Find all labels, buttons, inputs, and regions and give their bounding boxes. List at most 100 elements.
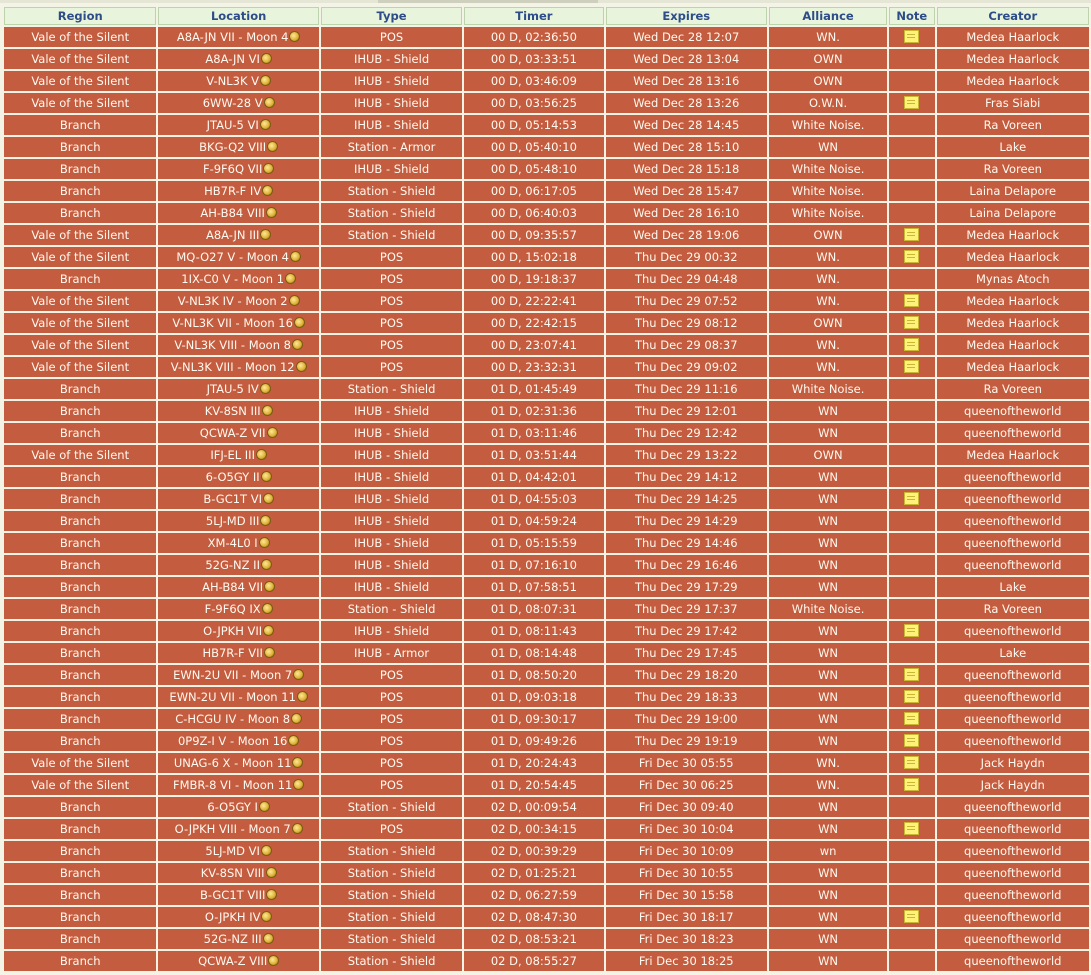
- table-row[interactable]: Vale of the Silent 6WW-28 V IHUB - Shield 0…: [4, 93, 1089, 113]
- table-row[interactable]: Branch QCWA-Z VII IHUB - Shield 01 D, 03:11…: [4, 423, 1089, 443]
- note-icon[interactable]: [904, 492, 920, 505]
- moon-icon[interactable]: [262, 185, 274, 196]
- note-icon[interactable]: [904, 360, 920, 373]
- moon-icon[interactable]: [263, 163, 275, 174]
- moon-icon[interactable]: [291, 339, 303, 350]
- table-row[interactable]: Vale of the Silent FMBR-8 VI - Moon 11 POS…: [4, 775, 1089, 795]
- moon-icon[interactable]: [260, 53, 272, 64]
- table-row[interactable]: Vale of the Silent V-NL3K VII - Moon 16 PO…: [4, 313, 1089, 333]
- table-row[interactable]: Vale of the Silent MQ-O27 V - Moon 4 POS 00…: [4, 247, 1089, 267]
- moon-icon[interactable]: [264, 581, 276, 592]
- moon-icon[interactable]: [260, 471, 272, 482]
- column-header-type[interactable]: Type: [320, 7, 463, 25]
- table-row[interactable]: Vale of the Silent A8A-JN VI IHUB - Shield…: [4, 49, 1089, 69]
- moon-icon[interactable]: [288, 735, 300, 746]
- moon-icon[interactable]: [258, 537, 270, 548]
- moon-icon[interactable]: [259, 383, 271, 394]
- table-row[interactable]: Vale of the Silent IFJ-EL III IHUB - Shiel…: [4, 445, 1089, 465]
- table-row[interactable]: Branch 5LJ-MD III IHUB - Shield 01 D, 04:59…: [4, 511, 1089, 531]
- note-icon[interactable]: [904, 228, 920, 241]
- moon-icon[interactable]: [255, 449, 267, 460]
- moon-icon[interactable]: [261, 603, 273, 614]
- moon-icon[interactable]: [260, 845, 272, 856]
- column-header-region[interactable]: Region: [4, 7, 157, 25]
- table-row[interactable]: Branch 52G-NZ II IHUB - Shield 01 D, 07:16:…: [4, 555, 1089, 575]
- moon-icon[interactable]: [260, 559, 272, 570]
- column-header-timer[interactable]: Timer: [464, 7, 604, 25]
- note-icon[interactable]: [904, 778, 920, 791]
- note-icon[interactable]: [904, 624, 920, 637]
- table-row[interactable]: Vale of the Silent V-NL3K V IHUB - Shield 0…: [4, 71, 1089, 91]
- table-row[interactable]: Branch B-GC1T VIII Station - Shield 02 D, 0…: [4, 885, 1089, 905]
- moon-icon[interactable]: [285, 273, 297, 284]
- moon-icon[interactable]: [268, 955, 280, 966]
- moon-icon[interactable]: [260, 229, 272, 240]
- table-row[interactable]: Branch HB7R-F VII IHUB - Armor 01 D, 08:14:…: [4, 643, 1089, 663]
- table-row[interactable]: Branch 6-O5GY I Station - Shield 02 D, 00:0…: [4, 797, 1089, 817]
- note-icon[interactable]: [904, 30, 920, 43]
- moon-icon[interactable]: [260, 515, 272, 526]
- column-header-note[interactable]: Note: [889, 7, 935, 25]
- moon-icon[interactable]: [292, 757, 304, 768]
- table-row[interactable]: Branch F-9F6Q IX Station - Shield 01 D, 08:…: [4, 599, 1089, 619]
- note-icon[interactable]: [904, 712, 920, 725]
- table-row[interactable]: Branch O-JPKH IV Station - Shield 02 D, 08:…: [4, 907, 1089, 927]
- note-icon[interactable]: [904, 668, 920, 681]
- column-header-expires[interactable]: Expires: [605, 7, 768, 25]
- table-row[interactable]: Vale of the Silent V-NL3K VIII - Moon 12 P…: [4, 357, 1089, 377]
- table-row[interactable]: Vale of the Silent A8A-JN VII - Moon 4 POS…: [4, 27, 1089, 47]
- table-row[interactable]: Vale of the Silent A8A-JN III Station - Sh…: [4, 225, 1089, 245]
- column-header-alliance[interactable]: Alliance: [769, 7, 888, 25]
- table-row[interactable]: Branch 6-O5GY II IHUB - Shield 01 D, 04:42:…: [4, 467, 1089, 487]
- note-icon[interactable]: [904, 338, 920, 351]
- moon-icon[interactable]: [258, 801, 270, 812]
- note-icon[interactable]: [904, 910, 920, 923]
- table-row[interactable]: Branch 5LJ-MD VI Station - Shield 02 D, 00:…: [4, 841, 1089, 861]
- moon-icon[interactable]: [293, 317, 305, 328]
- moon-icon[interactable]: [293, 669, 305, 680]
- table-row[interactable]: Vale of the Silent V-NL3K IV - Moon 2 POS 0…: [4, 291, 1089, 311]
- table-row[interactable]: Branch 1IX-C0 V - Moon 1 POS 00 D, 19:18:37…: [4, 269, 1089, 289]
- moon-icon[interactable]: [260, 75, 272, 86]
- note-icon[interactable]: [904, 250, 920, 263]
- table-row[interactable]: Branch EWN-2U VII - Moon 7 POS 01 D, 08:50:…: [4, 665, 1089, 685]
- moon-icon[interactable]: [263, 97, 275, 108]
- moon-icon[interactable]: [263, 493, 274, 504]
- note-icon[interactable]: [904, 822, 920, 835]
- table-row[interactable]: Branch KV-8SN VIII Station - Shield 02 D, 0…: [4, 863, 1089, 883]
- table-row[interactable]: Branch QCWA-Z VIII Station - Shield 02 D, 0…: [4, 951, 1089, 971]
- moon-icon[interactable]: [289, 31, 301, 42]
- moon-icon[interactable]: [263, 625, 275, 636]
- note-icon[interactable]: [904, 294, 920, 307]
- table-row[interactable]: Branch JTAU-5 VI IHUB - Shield 00 D, 05:14:…: [4, 115, 1089, 135]
- moon-icon[interactable]: [259, 119, 271, 130]
- table-row[interactable]: Branch JTAU-5 IV Station - Shield 01 D, 01:…: [4, 379, 1089, 399]
- moon-icon[interactable]: [265, 207, 277, 218]
- column-header-location[interactable]: Location: [158, 7, 319, 25]
- table-row[interactable]: Vale of the Silent V-NL3K VIII - Moon 8 PO…: [4, 335, 1089, 355]
- table-row[interactable]: Vale of the Silent UNAG-6 X - Moon 11 POS 0…: [4, 753, 1089, 773]
- table-row[interactable]: Branch AH-B84 VII IHUB - Shield 01 D, 07:58…: [4, 577, 1089, 597]
- table-row[interactable]: Branch B-GC1T VI IHUB - Shield 01 D, 04:55:…: [4, 489, 1089, 509]
- moon-icon[interactable]: [261, 405, 273, 416]
- moon-icon[interactable]: [295, 361, 307, 372]
- table-row[interactable]: Branch O-JPKH VII IHUB - Shield 01 D, 08:11…: [4, 621, 1089, 641]
- table-row[interactable]: Branch EWN-2U VII - Moon 11 POS 01 D, 09:03…: [4, 687, 1089, 707]
- note-icon[interactable]: [904, 96, 920, 109]
- note-icon[interactable]: [904, 734, 920, 747]
- table-row[interactable]: Branch AH-B84 VIII Station - Shield 00 D, 0…: [4, 203, 1089, 223]
- note-icon[interactable]: [904, 316, 920, 329]
- table-row[interactable]: Branch 52G-NZ III Station - Shield 02 D, 08…: [4, 929, 1089, 949]
- moon-icon[interactable]: [266, 427, 278, 438]
- moon-icon[interactable]: [291, 823, 303, 834]
- moon-icon[interactable]: [263, 647, 275, 658]
- moon-icon[interactable]: [261, 911, 273, 922]
- moon-icon[interactable]: [291, 713, 303, 724]
- table-row[interactable]: Branch BKG-Q2 VIII Station - Armor 00 D, 05…: [4, 137, 1089, 157]
- table-row[interactable]: Branch 0P9Z-I V - Moon 16 POS 01 D, 09:49:2…: [4, 731, 1089, 751]
- table-row[interactable]: Branch O-JPKH VIII - Moon 7 POS 02 D, 00:34…: [4, 819, 1089, 839]
- note-icon[interactable]: [904, 756, 920, 769]
- moon-icon[interactable]: [266, 889, 278, 900]
- table-row[interactable]: Branch F-9F6Q VII IHUB - Shield 00 D, 05:48…: [4, 159, 1089, 179]
- moon-icon[interactable]: [262, 933, 274, 944]
